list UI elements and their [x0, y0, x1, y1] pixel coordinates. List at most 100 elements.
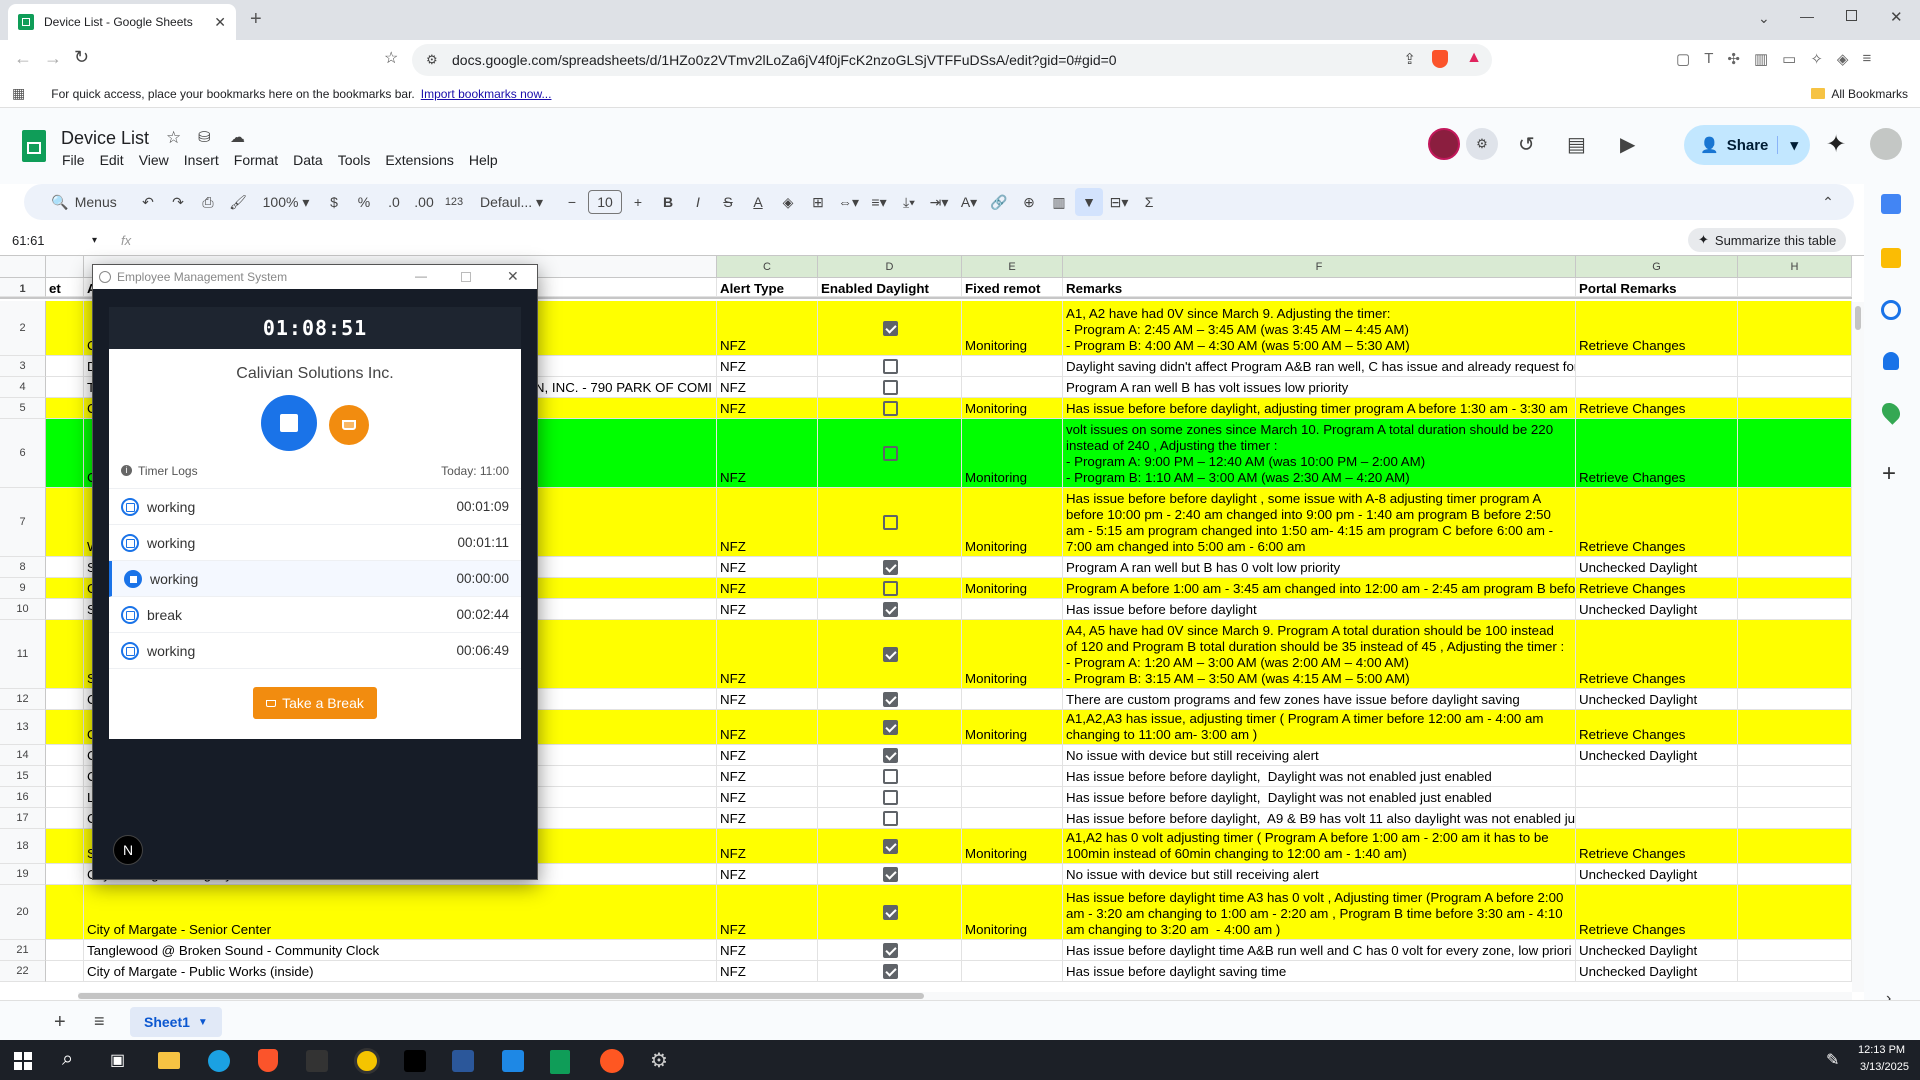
- row-number[interactable]: 10: [0, 599, 46, 620]
- gemini-icon[interactable]: ✦: [1826, 130, 1846, 159]
- cell-remarks[interactable]: A4, A5 have had 0V since March 9. Progra…: [1063, 620, 1576, 689]
- cell-portal-remarks[interactable]: Unchecked Daylight: [1576, 961, 1738, 982]
- checkbox[interactable]: [882, 811, 898, 826]
- cell-portal-remarks[interactable]: Retrieve Changes: [1576, 419, 1738, 488]
- redo-icon[interactable]: ↷: [164, 188, 192, 216]
- tasks-icon[interactable]: [1881, 300, 1901, 320]
- daylight-checkbox-cell[interactable]: [818, 377, 962, 398]
- valign-icon[interactable]: ⤓▾: [895, 188, 923, 216]
- menu-icon[interactable]: ≡: [1862, 50, 1871, 68]
- row-number[interactable]: 5: [0, 398, 46, 419]
- cell-fixed-remote[interactable]: Monitoring: [962, 620, 1063, 689]
- cell-portal-remarks[interactable]: Retrieve Changes: [1576, 620, 1738, 689]
- site-info-icon[interactable]: ⚙: [426, 52, 438, 68]
- cell-alert-type[interactable]: NFZ: [717, 787, 818, 808]
- cell-remarks[interactable]: No issue with device but still receiving…: [1063, 864, 1576, 885]
- pen-icon[interactable]: ✎: [1826, 1050, 1839, 1070]
- cell-alert-type[interactable]: NFZ: [717, 419, 818, 488]
- row-number[interactable]: 22: [0, 961, 46, 982]
- vertical-scrollbar[interactable]: [1852, 302, 1864, 992]
- daylight-checkbox-cell[interactable]: [818, 864, 962, 885]
- decrease-decimal[interactable]: .0: [380, 188, 408, 216]
- cell-h[interactable]: [1738, 377, 1852, 398]
- cell-remarks[interactable]: Has issue before before daylight: [1063, 599, 1576, 620]
- strikethrough-icon[interactable]: S: [714, 188, 742, 216]
- header-cell-enabled-daylight[interactable]: Enabled Daylight: [818, 278, 962, 297]
- daylight-checkbox-cell[interactable]: [818, 808, 962, 829]
- apps-grid-icon[interactable]: ▦: [12, 85, 25, 102]
- cell-alert-type[interactable]: NFZ: [717, 829, 818, 864]
- paint-format-icon[interactable]: 🖌: [224, 188, 252, 216]
- cell-remarks[interactable]: A1,A2,A3 has issue, adjusting timer ( Pr…: [1063, 710, 1576, 745]
- daylight-checkbox-cell[interactable]: [818, 689, 962, 710]
- cell-remarks[interactable]: Has issue before daylight time A3 has 0 …: [1063, 885, 1576, 940]
- cell-alert-type[interactable]: NFZ: [717, 301, 818, 356]
- cell-h[interactable]: [1738, 557, 1852, 578]
- column-header-corner[interactable]: [0, 256, 46, 278]
- windows-start-icon[interactable]: [14, 1052, 32, 1070]
- cell-b[interactable]: [46, 787, 84, 808]
- bookmark-star-icon[interactable]: ☆: [384, 48, 398, 68]
- cell-account[interactable]: City of Margate - Public Works (inside): [84, 961, 717, 982]
- font-size-increase[interactable]: +: [624, 188, 652, 216]
- cell-fixed-remote[interactable]: Monitoring: [962, 710, 1063, 745]
- rotate-icon[interactable]: A▾: [955, 188, 983, 216]
- collaborator-avatar[interactable]: [1428, 128, 1460, 160]
- cell-portal-remarks[interactable]: Unchecked Daylight: [1576, 599, 1738, 620]
- checkbox[interactable]: [882, 515, 898, 530]
- restore-icon[interactable]: [1846, 10, 1857, 21]
- checkbox[interactable]: [882, 839, 898, 854]
- version-history-icon[interactable]: ↺: [1518, 132, 1535, 157]
- wrap-icon[interactable]: ⇥▾: [925, 188, 953, 216]
- cell-h[interactable]: [1738, 419, 1852, 488]
- row-number[interactable]: 9: [0, 578, 46, 599]
- daylight-checkbox-cell[interactable]: [818, 356, 962, 377]
- stop-circle-icon[interactable]: [121, 641, 139, 660]
- header-cell-alert-type[interactable]: Alert Type: [717, 278, 818, 297]
- column-header-h[interactable]: H: [1738, 256, 1852, 278]
- cell-h[interactable]: [1738, 829, 1852, 864]
- checkbox[interactable]: [882, 790, 898, 805]
- name-box-dropdown-icon[interactable]: ▾: [92, 235, 97, 246]
- cell-account[interactable]: City of Margate - Senior Center: [84, 885, 717, 940]
- cell-b[interactable]: [46, 689, 84, 710]
- number-format[interactable]: 123: [440, 188, 468, 216]
- column-header-e[interactable]: E: [962, 256, 1063, 278]
- merge-cells-icon[interactable]: ⇔▾: [834, 188, 863, 216]
- cell-b[interactable]: [46, 557, 84, 578]
- cell-b[interactable]: [46, 578, 84, 599]
- cell-remarks[interactable]: Has issue before before daylight, A9 & B…: [1063, 808, 1576, 829]
- row-number[interactable]: 14: [0, 745, 46, 766]
- add-addon-icon[interactable]: +: [1882, 460, 1896, 488]
- header-cell-portal-remarks[interactable]: Portal Remarks: [1576, 278, 1738, 297]
- cell-portal-remarks[interactable]: Retrieve Changes: [1576, 710, 1738, 745]
- zoom-select[interactable]: 100% ▾: [254, 188, 318, 216]
- browser-tab[interactable]: Device List - Google Sheets ✕: [8, 4, 236, 40]
- row-number[interactable]: 13: [0, 710, 46, 745]
- header-cell-b[interactable]: et: [46, 278, 84, 297]
- timer-log-item[interactable]: working 00:00:00: [109, 561, 521, 597]
- extension-icon[interactable]: T: [1704, 50, 1713, 68]
- timer-log-item[interactable]: working 00:06:49: [109, 633, 521, 669]
- cell-portal-remarks[interactable]: [1576, 766, 1738, 787]
- row-number[interactable]: 19: [0, 864, 46, 885]
- font-size-input[interactable]: 10: [588, 190, 622, 214]
- app-icon[interactable]: [600, 1049, 624, 1073]
- extension-icon[interactable]: ▢: [1676, 50, 1690, 68]
- cell-remarks[interactable]: Daylight saving didn't affect Program A&…: [1063, 356, 1576, 377]
- row-number[interactable]: 20: [0, 885, 46, 940]
- cell-alert-type[interactable]: NFZ: [717, 557, 818, 578]
- app-icon[interactable]: [306, 1050, 328, 1072]
- menu-file[interactable]: File: [61, 152, 93, 168]
- minimize-icon[interactable]: —: [1800, 8, 1814, 24]
- column-header-d[interactable]: D: [818, 256, 962, 278]
- document-title[interactable]: Device List: [61, 128, 149, 149]
- cell-h[interactable]: [1738, 940, 1852, 961]
- cell-b[interactable]: [46, 961, 84, 982]
- cell-alert-type[interactable]: NFZ: [717, 398, 818, 419]
- cell-b[interactable]: [46, 710, 84, 745]
- cell-fixed-remote[interactable]: [962, 689, 1063, 710]
- cell-portal-remarks[interactable]: [1576, 356, 1738, 377]
- header-cell-remarks[interactable]: Remarks: [1063, 278, 1576, 297]
- cell-fixed-remote[interactable]: [962, 377, 1063, 398]
